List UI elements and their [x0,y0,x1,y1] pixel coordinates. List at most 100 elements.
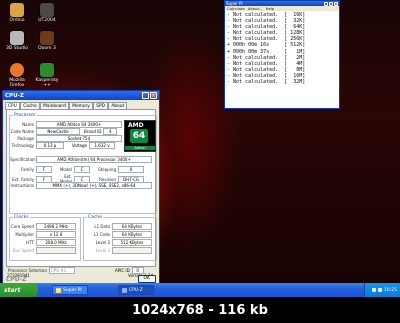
desktop-icon-label: Ordino [9,18,25,23]
stepping-value: 0 [118,166,144,173]
maximize-button[interactable]: □ [329,1,333,6]
minimize-button[interactable]: _ [142,92,149,99]
level2-label: Level 2 [95,240,110,245]
core-speed-label: Core Speed [10,224,34,229]
level3-value [112,247,152,254]
desktop-icon-ut2004[interactable]: UT2004 [34,3,60,23]
clocks-group: Clocks Core Speed 2496.2 MHz Multiplier … [9,215,81,261]
taskbar-item-label: Super PI [63,287,82,293]
stepping-label: Stepping [98,167,116,172]
brand-id-label: Brand ID [84,129,102,134]
model-label: Model [59,167,72,172]
taskbar-item-cpuz[interactable]: CPU-Z [118,285,154,295]
package-value: Socket 754 [36,135,122,142]
desktop-icon-3dstudio[interactable]: 3D Studio [4,31,30,51]
processor-group: Processor Name AMD Athlon 64 3400+ Code … [9,113,157,214]
3dstudio-icon [10,31,24,45]
cpu-tab-panel: Processor Name AMD Athlon 64 3400+ Code … [6,109,157,267]
logo-brand: AMD [128,122,144,129]
cpuz-titlebar[interactable]: CPU-Z _ × [3,91,159,100]
htt-label: HTT [26,240,34,245]
ext-family-label: Ext. Family [12,176,34,182]
cache-group: Cache L1 Data 64 KBytes L1 Code 64 KByte… [83,215,157,261]
start-button[interactable]: start [0,283,38,297]
network-icon[interactable] [378,288,383,292]
name-value: AMD Athlon 64 3400+ [36,121,122,128]
amd-athlon64-logo: AMD 64 Athlon [124,120,156,152]
codename-label: Code Name [10,129,34,134]
package-label: Package [17,136,34,141]
technology-label: Technology [11,143,34,148]
superpi-window: Super PI _ □ × Calculate About... Help -… [224,0,340,109]
codename-value: NewCastle [36,128,80,135]
l1-code-value: 64 KBytes [112,231,152,238]
desktop-icon-firefox[interactable]: Mozilla Firefox [4,63,30,88]
kaspersky-icon [40,63,54,77]
menu-calculate[interactable]: Calculate [227,6,245,11]
l1-code-label: L1 Code [93,232,110,237]
logo-64: 64 [130,129,148,143]
group-title: Processor [13,113,37,118]
group-title: Clocks [13,215,30,220]
result-line: - Not calculated. [ 32M] [227,79,306,86]
desktop-icon-label: 3D Studio [5,46,29,51]
logo-athlon: Athlon [125,146,155,150]
system-tray: 16:25 [364,283,400,297]
desktop-icon-label: UT2004 [38,18,56,23]
desktop-icon-ordino[interactable]: Ordino [4,3,30,23]
start-label: start [4,286,21,294]
menu-help[interactable]: Help [266,6,275,11]
desktop-icon-doom3[interactable]: Doom 3 [34,31,60,51]
desktop-icon-label: Mozilla Firefox [9,78,25,88]
voltage-value: 1.632 v [89,142,116,149]
desktop-icon-label: Kaspersky++ [35,78,59,88]
family-value: F [36,166,52,173]
instructions-value: MMX (+), 3DNow! (+), SSE, SSE2, x86-64 [36,182,152,189]
level2-value: 512 KBytes [112,239,152,246]
desktop-icon-label: Doom 3 [38,46,56,51]
image-info-caption: 1024x768 - 116 kb [0,297,400,323]
multiplier-value: x 12.0 [36,231,76,238]
cpuz-window: CPU-Z _ × CPU Cache Mainboard Memory SPD… [2,90,160,286]
core-speed-value: 2496.2 MHz [36,223,76,230]
model-value: C [74,166,90,173]
taskbar: start Super PI CPU-Z 16:25 [0,283,400,297]
superpi-icon [56,287,61,293]
family-label: Family [21,167,34,172]
ordino-icon [10,3,24,17]
cpuz-brandmark: CPU-Z [6,275,27,283]
taskbar-item-label: CPU-Z [129,287,143,293]
bus-speed-value [36,247,76,254]
clock: 16:25 [384,287,397,293]
voltage-label: Voltage [72,143,88,148]
htt-value: 208.0 MHz [36,239,76,246]
doom3-icon [40,31,54,45]
bus-speed-label: Bus Speed [12,248,34,253]
specification-value: AMD Athlon(tm) 64 Processor 3400+ [36,156,152,163]
multiplier-label: Multiplier [15,232,34,237]
close-button[interactable]: × [150,92,157,99]
desktop-icon-kaspersky[interactable]: Kaspersky++ [34,63,60,88]
instructions-label: Instructions [10,183,35,188]
ut2004-icon [40,3,54,17]
minimize-button[interactable]: _ [324,1,328,6]
group-title: Cache [87,215,103,220]
technology-value: 0.13 µ [36,142,64,149]
ok-button[interactable]: OK [137,275,156,283]
specification-label: Specification [10,157,36,162]
l1-data-value: 64 KBytes [112,223,152,230]
level3-label: Level 3 [95,248,110,253]
revision-label: Revision [99,176,116,182]
menu-about[interactable]: About... [248,6,263,11]
brand-id-value: 4 [103,128,118,135]
window-title: CPU-Z [5,92,24,99]
close-button[interactable]: × [334,1,338,6]
cpuz-icon [122,287,127,293]
superpi-results-log: - Not calculated. [ 16K] - Not calculated… [225,11,339,86]
cpuz-footer: CPU-Z OK [6,275,156,283]
volume-icon[interactable] [372,288,377,292]
firefox-icon [10,63,24,77]
taskbar-item-superpi[interactable]: Super PI [52,285,88,295]
name-label: Name [22,122,34,127]
l1-data-label: L1 Data [94,224,110,229]
